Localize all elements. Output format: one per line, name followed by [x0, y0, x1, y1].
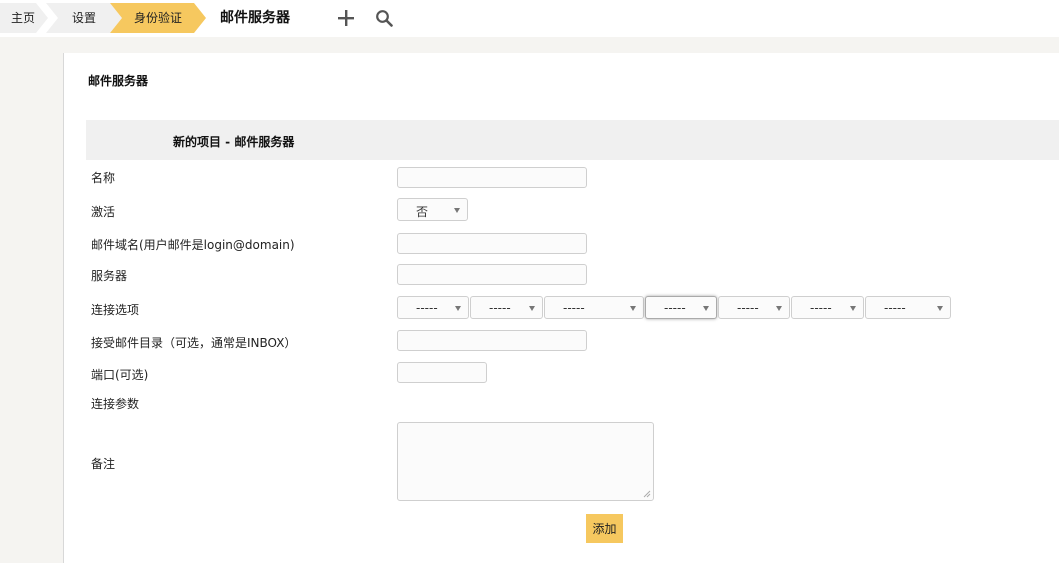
- connection-select-value: -----: [664, 301, 686, 315]
- chevron-down-icon: [850, 306, 856, 311]
- plus-icon[interactable]: [336, 8, 356, 28]
- inbox-input[interactable]: [397, 330, 587, 351]
- main-panel: 邮件服务器 新的项目 - 邮件服务器 名称 激活 否 邮件域名(用户邮件是log…: [63, 53, 1059, 563]
- params-label: 连接参数: [91, 397, 140, 411]
- connection-select-5[interactable]: -----: [718, 296, 790, 319]
- section-title: 新的项目 - 邮件服务器: [173, 135, 295, 149]
- search-icon[interactable]: [374, 8, 394, 28]
- connection-select-value: -----: [563, 301, 585, 315]
- page-title: 邮件服务器: [220, 10, 290, 26]
- connection-label: 连接选项: [91, 303, 140, 317]
- resize-grip-icon[interactable]: [643, 490, 651, 498]
- notes-textarea[interactable]: [397, 422, 654, 501]
- name-label: 名称: [91, 171, 116, 185]
- breadcrumb-settings[interactable]: 设置: [46, 3, 122, 33]
- connection-select-6[interactable]: -----: [791, 296, 864, 319]
- chevron-down-icon: [454, 208, 460, 213]
- chevron-down-icon: [630, 306, 636, 311]
- name-input[interactable]: [397, 167, 587, 188]
- inbox-label: 接受邮件目录（可选，通常是INBOX）: [91, 336, 297, 350]
- active-label: 激活: [91, 205, 116, 219]
- port-input[interactable]: [397, 362, 487, 383]
- connection-select-2[interactable]: -----: [470, 296, 543, 319]
- chevron-down-icon: [776, 306, 782, 311]
- connection-select-value: -----: [810, 301, 832, 315]
- connection-select-3[interactable]: -----: [544, 296, 644, 319]
- chevron-down-icon: [455, 306, 461, 311]
- panel-title: 邮件服务器: [88, 74, 149, 88]
- breadcrumb-home[interactable]: 主页: [0, 3, 48, 33]
- active-select-value: 否: [416, 205, 429, 219]
- domain-input[interactable]: [397, 233, 587, 254]
- chevron-down-icon: [529, 306, 535, 311]
- server-label: 服务器: [91, 269, 128, 283]
- connection-select-value: -----: [489, 301, 511, 315]
- domain-label: 邮件域名(用户邮件是login@domain): [91, 238, 295, 252]
- connection-select-1[interactable]: -----: [397, 296, 469, 319]
- chevron-down-icon: [937, 306, 943, 311]
- add-button[interactable]: 添加: [586, 514, 623, 543]
- top-bar: 主页 设置 身份验证 邮件服务器: [0, 0, 1059, 37]
- connection-select-value: -----: [416, 301, 438, 315]
- active-select[interactable]: 否: [397, 198, 468, 221]
- left-rail: [0, 37, 63, 563]
- connection-select-value: -----: [737, 301, 759, 315]
- connection-select-4[interactable]: -----: [645, 296, 717, 319]
- connection-select-7[interactable]: -----: [865, 296, 951, 319]
- connection-select-value: -----: [884, 301, 906, 315]
- chevron-down-icon: [703, 306, 709, 311]
- port-label: 端口(可选): [91, 368, 149, 382]
- breadcrumb-auth[interactable]: 身份验证: [110, 3, 206, 33]
- section-header: 新的项目 - 邮件服务器: [86, 120, 1059, 160]
- notes-label: 备注: [91, 457, 116, 471]
- server-input[interactable]: [397, 264, 587, 285]
